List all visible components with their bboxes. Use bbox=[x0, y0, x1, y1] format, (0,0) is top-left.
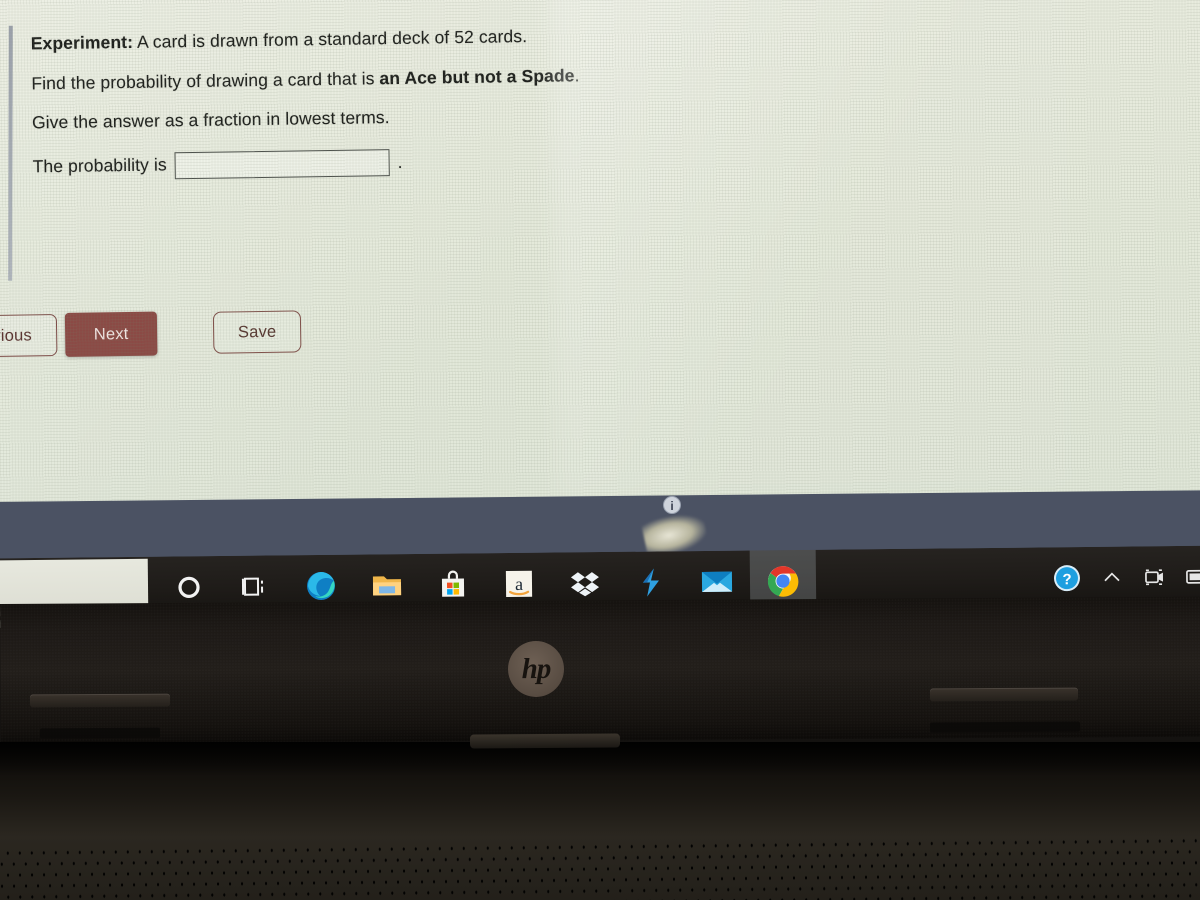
hp-logo: hp bbox=[507, 640, 565, 698]
next-button[interactable]: Next bbox=[64, 311, 158, 357]
content-left-rule bbox=[8, 25, 13, 281]
save-button[interactable]: Save bbox=[212, 310, 302, 354]
bezel-vent-left bbox=[39, 727, 161, 739]
answer-row: The probability is . bbox=[32, 143, 792, 181]
chevron-up-icon[interactable] bbox=[1102, 570, 1122, 586]
find-suffix: . bbox=[574, 64, 580, 85]
quiz-content: Experiment: A card is drawn from a stand… bbox=[31, 24, 793, 203]
svg-text:?: ? bbox=[1062, 571, 1071, 588]
bezel-vent-right bbox=[929, 721, 1081, 733]
experiment-label: Experiment: bbox=[30, 31, 134, 54]
instruction-line: Give the answer as a fraction in lowest … bbox=[31, 107, 390, 133]
nav-button-row: vious Next Save bbox=[0, 309, 302, 358]
find-prefix: Find the probability of drawing a card t… bbox=[31, 67, 380, 93]
bezel-bumper-left bbox=[29, 693, 171, 708]
info-notification-icon[interactable]: i bbox=[663, 496, 681, 514]
hinge-bar bbox=[469, 733, 621, 749]
svg-text:a: a bbox=[515, 574, 523, 594]
help-icon[interactable]: ? bbox=[1052, 563, 1082, 593]
experiment-text: A card is drawn from a standard deck of … bbox=[136, 26, 528, 52]
bezel-bumper-right bbox=[929, 687, 1079, 702]
trailing-period: . bbox=[397, 152, 403, 172]
previous-button[interactable]: vious bbox=[0, 314, 58, 358]
answer-input[interactable] bbox=[174, 148, 390, 179]
camera-icon[interactable] bbox=[1142, 566, 1166, 588]
find-probability-line: Find the probability of drawing a card t… bbox=[31, 64, 791, 93]
battery-icon[interactable] bbox=[1186, 568, 1200, 586]
experiment-line: Experiment: A card is drawn from a stand… bbox=[31, 24, 791, 53]
laptop-photo: Experiment: A card is drawn from a stand… bbox=[0, 0, 1200, 900]
find-bold: an Ace but not a Spade bbox=[379, 64, 575, 88]
answer-label: The probability is bbox=[32, 154, 167, 177]
